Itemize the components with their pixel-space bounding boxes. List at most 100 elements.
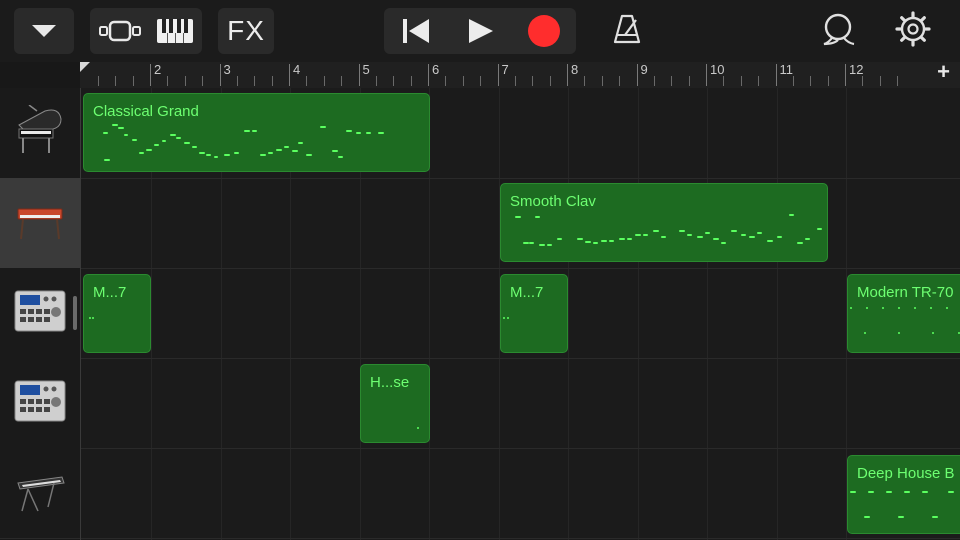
rewind-icon[interactable] [384, 17, 448, 45]
beat-tick [462, 76, 464, 86]
beat-tick [584, 76, 586, 86]
region-deep-house[interactable]: Deep House B [847, 455, 960, 534]
lane-drum-machine-2[interactable] [81, 358, 960, 449]
midi-note [864, 516, 870, 518]
bar-number: 8 [571, 62, 579, 77]
midi-note [306, 154, 312, 156]
beat-tick [532, 76, 534, 86]
region-name: M...7 [510, 284, 544, 301]
region-modern-tr[interactable]: Modern TR-70 [847, 274, 960, 353]
bar-tick [706, 64, 707, 86]
track-header-electric-piano[interactable] [0, 178, 80, 269]
bar-tick [428, 64, 429, 86]
tracks-view-icon[interactable] [98, 19, 142, 43]
region-m7-b[interactable]: M...7 [500, 274, 568, 353]
track-scroll-indicator[interactable] [73, 296, 77, 330]
midi-note [268, 152, 273, 154]
drum-machine-icon [14, 290, 66, 337]
track-header-drum-machine-2[interactable] [0, 358, 80, 449]
midi-note [882, 307, 884, 309]
tracks-menu-button[interactable] [14, 8, 74, 54]
midi-note [139, 152, 144, 154]
transport-controls [384, 8, 576, 54]
region-m7-a[interactable]: M...7 [83, 274, 151, 353]
lane-synth-keyboard[interactable] [81, 448, 960, 539]
beat-tick [827, 76, 829, 86]
beat-tick [862, 76, 864, 86]
bar-number: 12 [849, 62, 864, 77]
beat-tick [202, 76, 204, 86]
midi-note [529, 242, 534, 244]
beat-tick [514, 76, 516, 86]
bar-tick [219, 64, 221, 86]
midi-note [601, 240, 607, 242]
record-icon[interactable] [512, 14, 576, 48]
midi-note [898, 516, 904, 518]
beat-tick [271, 76, 273, 86]
midi-note [741, 234, 746, 236]
midi-note [417, 427, 419, 429]
beat-tick [792, 76, 794, 86]
beat-tick [375, 76, 377, 86]
beat-tick [410, 76, 412, 86]
midi-note [635, 234, 641, 236]
beat-tick [132, 76, 134, 86]
bar-number: 10 [710, 62, 725, 77]
midi-note [332, 150, 338, 152]
midi-note [930, 307, 932, 309]
settings-button[interactable] [890, 8, 936, 54]
loop-browser-button[interactable] [816, 8, 862, 54]
fx-label: FX [227, 15, 265, 46]
midi-note [118, 127, 124, 129]
track-headers [0, 88, 80, 540]
add-section-button[interactable]: + [937, 59, 950, 85]
bar-tick [845, 64, 846, 86]
play-icon[interactable] [448, 17, 512, 45]
midi-note [866, 307, 868, 309]
bar-tick [567, 64, 568, 86]
beat-tick [879, 76, 881, 86]
midi-note [206, 154, 211, 156]
bar-number: 7 [501, 62, 509, 77]
track-header-drum-machine[interactable] [0, 268, 80, 359]
midi-note [515, 216, 521, 218]
metronome-button[interactable] [604, 8, 650, 54]
bar-number: 3 [223, 62, 231, 77]
midi-note [276, 149, 282, 151]
beat-tick [740, 76, 742, 86]
midi-note [557, 238, 562, 240]
chevron-down-icon [31, 23, 57, 39]
midi-note [503, 317, 505, 319]
track-header-synth-keyboard[interactable] [0, 448, 80, 539]
midi-note [643, 234, 648, 236]
midi-note [535, 216, 540, 218]
midi-note [284, 146, 289, 148]
midi-note [705, 232, 710, 234]
drum-machine-icon [14, 380, 66, 427]
midi-note [767, 240, 773, 242]
beat-tick [671, 76, 673, 86]
region-name: M...7 [93, 284, 127, 301]
bar-tick [289, 64, 290, 86]
region-smooth-clav[interactable]: Smooth Clav [500, 183, 828, 262]
region-classical-grand[interactable]: Classical Grand [83, 93, 430, 172]
fx-button[interactable]: FX [218, 8, 274, 54]
midi-note [721, 242, 726, 244]
beat-tick [184, 76, 186, 86]
midi-note [214, 156, 218, 158]
toolbar: FX [0, 0, 960, 62]
midi-note [252, 130, 257, 132]
beat-tick [393, 76, 395, 86]
beat-tick [601, 76, 603, 86]
timeline-ruler[interactable]: 2 3 4 5 6 7 8 9 10 11 12 + [80, 59, 960, 89]
midi-note [932, 516, 938, 518]
keyboard-icon[interactable] [156, 18, 194, 44]
midi-note [124, 134, 128, 136]
midi-note [260, 154, 266, 156]
beat-tick [549, 76, 551, 86]
track-header-grand-piano[interactable] [0, 88, 80, 179]
midi-note [898, 307, 900, 309]
region-house[interactable]: H...se [360, 364, 430, 443]
region-name: Deep House B [857, 465, 955, 482]
playhead-marker[interactable] [80, 62, 90, 72]
